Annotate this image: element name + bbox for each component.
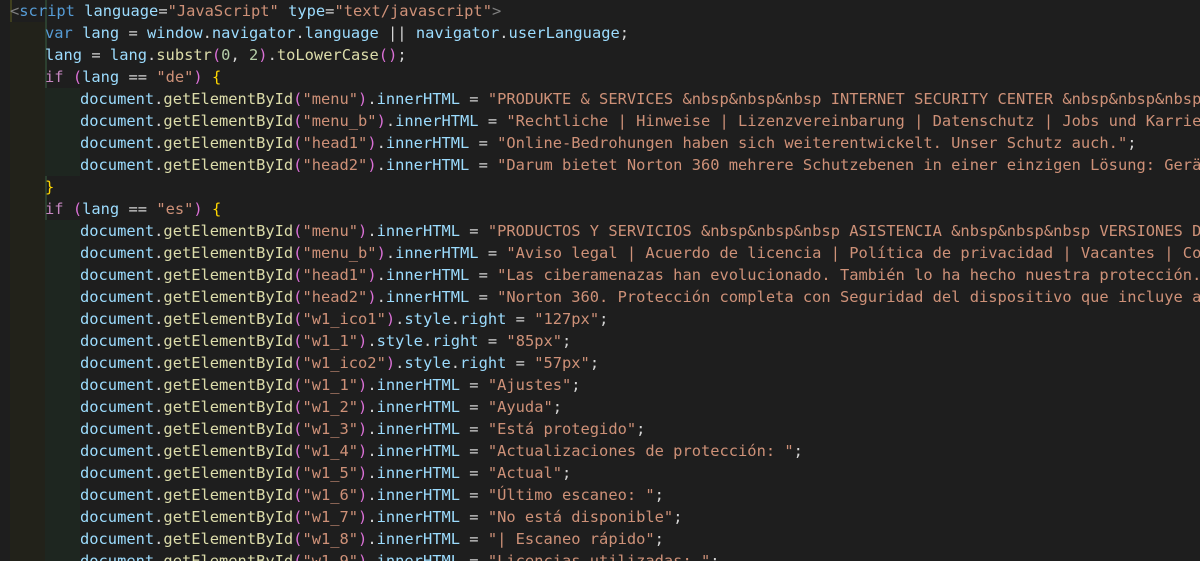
code-line[interactable]: document.getElementById("head1").innerHT…	[0, 132, 1200, 154]
code-line-text: document.getElementById("w1_ico2").style…	[80, 354, 600, 372]
code-line[interactable]: <script language="JavaScript" type="text…	[0, 0, 1200, 22]
code-line[interactable]: document.getElementById("menu_b").innerH…	[0, 242, 1200, 264]
code-line[interactable]: document.getElementById("head2").innerHT…	[0, 154, 1200, 176]
code-line-text: document.getElementById("menu").innerHTM…	[80, 90, 1200, 108]
code-line[interactable]: document.getElementById("w1_ico2").style…	[0, 352, 1200, 374]
code-line[interactable]: document.getElementById("w1_5").innerHTM…	[0, 462, 1200, 484]
code-line[interactable]: document.getElementById("menu").innerHTM…	[0, 220, 1200, 242]
code-line[interactable]: document.getElementById("head1").innerHT…	[0, 264, 1200, 286]
code-line-text: document.getElementById("head2").innerHT…	[80, 156, 1200, 174]
code-line[interactable]: document.getElementById("w1_4").innerHTM…	[0, 440, 1200, 462]
code-line-text: document.getElementById("w1_1").innerHTM…	[80, 376, 581, 394]
code-line[interactable]: document.getElementById("w1_ico1").style…	[0, 308, 1200, 330]
code-line[interactable]: if (lang == "de") {	[0, 66, 1200, 88]
code-line[interactable]: document.getElementById("menu").innerHTM…	[0, 88, 1200, 110]
code-line[interactable]: lang = lang.substr(0, 2).toLowerCase();	[0, 44, 1200, 66]
code-line[interactable]: document.getElementById("w1_1").innerHTM…	[0, 374, 1200, 396]
code-line-text: <script language="JavaScript" type="text…	[10, 2, 502, 20]
code-line-text: document.getElementById("head2").innerHT…	[80, 288, 1200, 306]
code-line-text: document.getElementById("head1").innerHT…	[80, 134, 1137, 152]
code-line-text: document.getElementById("w1_8").innerHTM…	[80, 530, 664, 548]
code-line-text: document.getElementById("w1_2").innerHTM…	[80, 398, 563, 416]
code-line-text: document.getElementById("w1_5").innerHTM…	[80, 464, 572, 482]
code-line-text: document.getElementById("menu_b").innerH…	[80, 244, 1200, 262]
code-line[interactable]: var lang = window.navigator.language || …	[0, 22, 1200, 44]
code-line-text: if (lang == "de") {	[45, 68, 222, 86]
code-line[interactable]: document.getElementById("w1_2").innerHTM…	[0, 396, 1200, 418]
code-line[interactable]: document.getElementById("menu_b").innerH…	[0, 110, 1200, 132]
code-line-text: document.getElementById("w1_1").style.ri…	[80, 332, 572, 350]
code-line[interactable]: document.getElementById("w1_1").style.ri…	[0, 330, 1200, 352]
code-line-text: }	[45, 178, 55, 196]
code-line-text: document.getElementById("head1").innerHT…	[80, 266, 1200, 284]
code-line[interactable]: document.getElementById("w1_3").innerHTM…	[0, 418, 1200, 440]
code-editor[interactable]: <script language="JavaScript" type="text…	[0, 0, 1200, 561]
code-line-text: document.getElementById("w1_7").innerHTM…	[80, 508, 683, 526]
code-line-text: document.getElementById("w1_6").innerHTM…	[80, 486, 664, 504]
code-line-text: document.getElementById("menu").innerHTM…	[80, 222, 1200, 240]
code-line-text: document.getElementById("menu_b").innerH…	[80, 112, 1200, 130]
code-line[interactable]: document.getElementById("w1_8").innerHTM…	[0, 528, 1200, 550]
code-line-text: document.getElementById("w1_ico1").style…	[80, 310, 609, 328]
code-line[interactable]: }	[0, 176, 1200, 198]
code-line-text: document.getElementById("w1_9").innerHTM…	[80, 552, 720, 561]
code-line-text: document.getElementById("w1_3").innerHTM…	[80, 420, 646, 438]
code-line-text: lang = lang.substr(0, 2).toLowerCase();	[45, 46, 407, 64]
code-line-text: document.getElementById("w1_4").innerHTM…	[80, 442, 803, 460]
code-line[interactable]: document.getElementById("w1_9").innerHTM…	[0, 550, 1200, 561]
code-line-text: if (lang == "es") {	[45, 200, 222, 218]
code-line[interactable]: if (lang == "es") {	[0, 198, 1200, 220]
code-line[interactable]: document.getElementById("w1_6").innerHTM…	[0, 484, 1200, 506]
code-line[interactable]: document.getElementById("head2").innerHT…	[0, 286, 1200, 308]
code-line-text: var lang = window.navigator.language || …	[45, 24, 630, 42]
code-line[interactable]: document.getElementById("w1_7").innerHTM…	[0, 506, 1200, 528]
